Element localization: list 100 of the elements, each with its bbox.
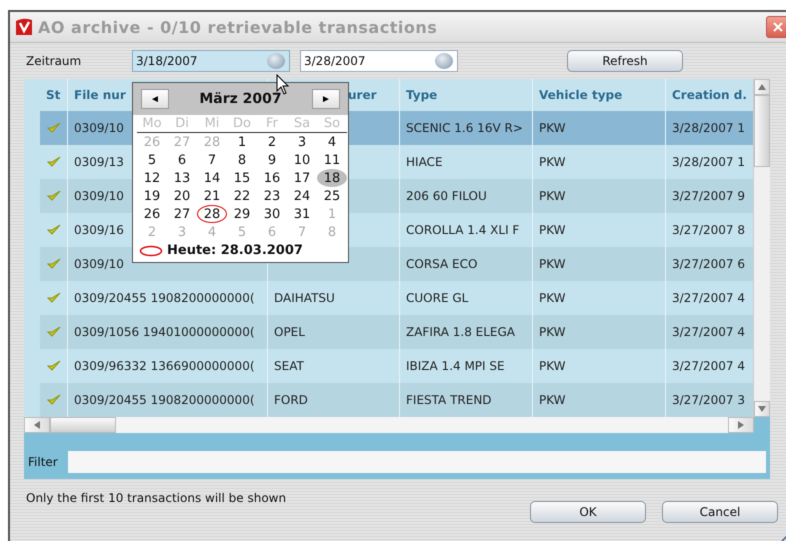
- table-cell: 3/27/2007 9: [672, 189, 745, 203]
- close-button[interactable]: [766, 16, 786, 38]
- check-icon: [46, 258, 60, 270]
- check-icon: [46, 326, 60, 338]
- calendar-day[interactable]: 18: [317, 169, 347, 187]
- right-arrow-icon[interactable]: [738, 421, 744, 429]
- table-row[interactable]: 0309/20455 1908200000000( FORD FIESTA TREND PKW 3/27/2007 3: [40, 383, 753, 417]
- table-cell: OPEL: [274, 325, 305, 339]
- check-icon: [46, 360, 60, 372]
- to-date-field[interactable]: 3/28/2007: [300, 50, 458, 72]
- filter-label: Filter: [28, 455, 58, 469]
- vertical-scrollbar[interactable]: [753, 79, 770, 417]
- table-cell: PKW: [539, 189, 566, 203]
- refresh-button[interactable]: Refresh: [567, 50, 683, 72]
- weekday-label: Do: [227, 115, 257, 133]
- table-cell: CUORE GL: [406, 291, 468, 305]
- calendar-day[interactable]: 22: [227, 187, 257, 205]
- calendar-day[interactable]: 28: [197, 205, 227, 223]
- table-cell: 3/27/2007 4: [672, 325, 745, 339]
- column-header[interactable]: urer: [348, 88, 377, 102]
- weekday-label: So: [317, 115, 347, 133]
- table-cell: 3/28/2007 1: [672, 155, 745, 169]
- table-cell: 3/27/2007 8: [672, 223, 745, 237]
- calendar-day[interactable]: 6: [167, 151, 197, 169]
- calendar-day[interactable]: 25: [317, 187, 347, 205]
- table-cell: IBIZA 1.4 MPI SE: [406, 359, 505, 373]
- calendar-day[interactable]: 7: [197, 151, 227, 169]
- window-title: AO archive - 0/10 retrievable transactions: [38, 18, 438, 36]
- table-row[interactable]: 0309/1056 19401000000000( OPEL ZAFIRA 1.8 ELEGA PKW 3/27/2007 4: [40, 315, 753, 349]
- calendar-day[interactable]: 21: [197, 187, 227, 205]
- info-text: Only the first 10 transactions will be shown: [26, 491, 288, 505]
- from-date-field[interactable]: 3/18/2007: [132, 50, 290, 72]
- table-cell: 0309/10: [74, 257, 124, 271]
- today-marker-icon: [139, 244, 163, 256]
- scrollbar-thumb[interactable]: [754, 95, 770, 167]
- table-cell: 3/27/2007 3: [672, 393, 745, 407]
- check-icon: [46, 190, 60, 202]
- month-title: März 2007: [199, 91, 282, 107]
- table-cell: 0309/13: [74, 155, 124, 169]
- table-cell: DAIHATSU: [274, 291, 335, 305]
- calendar-day[interactable]: 20: [167, 187, 197, 205]
- table-cell: PKW: [539, 223, 566, 237]
- down-arrow-icon[interactable]: [758, 406, 766, 412]
- app-logo-icon: [14, 17, 34, 37]
- check-icon: [46, 224, 60, 236]
- horizontal-scrollbar[interactable]: [24, 417, 754, 433]
- up-arrow-icon[interactable]: [758, 84, 766, 90]
- cancel-button[interactable]: Cancel: [662, 501, 778, 523]
- calendar-day[interactable]: 23: [257, 187, 287, 205]
- table-cell: COROLLA 1.4 XLI F: [406, 223, 520, 237]
- table-cell: 3/27/2007 4: [672, 291, 745, 305]
- table-cell: PKW: [539, 291, 566, 305]
- column-header[interactable]: File nur: [74, 88, 126, 102]
- table-cell: 0309/20455 1908200000000(: [74, 291, 255, 305]
- table-cell: CORSA ECO: [406, 257, 478, 271]
- scrollbar-thumb[interactable]: [50, 417, 116, 433]
- calendar-day[interactable]: 19: [137, 187, 167, 205]
- table-cell: FORD: [274, 393, 308, 407]
- check-icon: [46, 156, 60, 168]
- calendar-day[interactable]: 10: [287, 151, 317, 169]
- table-cell: HIACE: [406, 155, 443, 169]
- check-icon: [46, 122, 60, 134]
- table-cell: PKW: [539, 325, 566, 339]
- table-cell: FIESTA TREND: [406, 393, 492, 407]
- filter-field[interactable]: [68, 451, 766, 473]
- left-arrow-icon[interactable]: [34, 421, 40, 429]
- table-cell: 0309/10: [74, 121, 124, 135]
- table-cell: 0309/10: [74, 189, 124, 203]
- table-cell: 0309/96332 1366900000000(: [74, 359, 255, 373]
- weekday-label: Fr: [257, 115, 287, 133]
- check-icon: [46, 292, 60, 304]
- table-cell: 0309/16: [74, 223, 124, 237]
- calendar-day[interactable]: 11: [317, 151, 347, 169]
- dropdown-button[interactable]: [435, 53, 453, 69]
- previous-month-button[interactable]: ◄: [141, 89, 169, 109]
- period-label: Zeitraum: [26, 54, 82, 68]
- table-cell: SEAT: [274, 359, 304, 373]
- table-cell: PKW: [539, 359, 566, 373]
- check-icon: [46, 394, 60, 406]
- calendar-day[interactable]: 5: [137, 151, 167, 169]
- column-header[interactable]: Creation d.: [672, 88, 747, 102]
- close-icon: [772, 21, 784, 33]
- table-cell: 0309/1056 19401000000000(: [74, 325, 255, 339]
- column-header[interactable]: Vehicle type: [539, 88, 622, 102]
- table-cell: 3/28/2007 1: [672, 121, 745, 135]
- calendar-day[interactable]: 9: [257, 151, 287, 169]
- dropdown-button[interactable]: [267, 53, 285, 69]
- table-cell: 206 60 FILOU: [406, 189, 487, 203]
- table-cell: SCENIC 1.6 16V R>: [406, 121, 523, 135]
- column-header[interactable]: Type: [406, 88, 438, 102]
- table-cell: PKW: [539, 257, 566, 271]
- weekday-label: Di: [167, 115, 197, 133]
- table-cell: 3/27/2007 4: [672, 359, 745, 373]
- ok-button[interactable]: OK: [530, 501, 646, 523]
- weekday-label: Mo: [137, 115, 167, 133]
- column-header[interactable]: St: [46, 88, 60, 102]
- calendar-day[interactable]: 8: [227, 151, 257, 169]
- table-cell: ZAFIRA 1.8 ELEGA: [406, 325, 516, 339]
- calendar-day[interactable]: 24: [287, 187, 317, 205]
- next-month-button[interactable]: ►: [312, 89, 340, 109]
